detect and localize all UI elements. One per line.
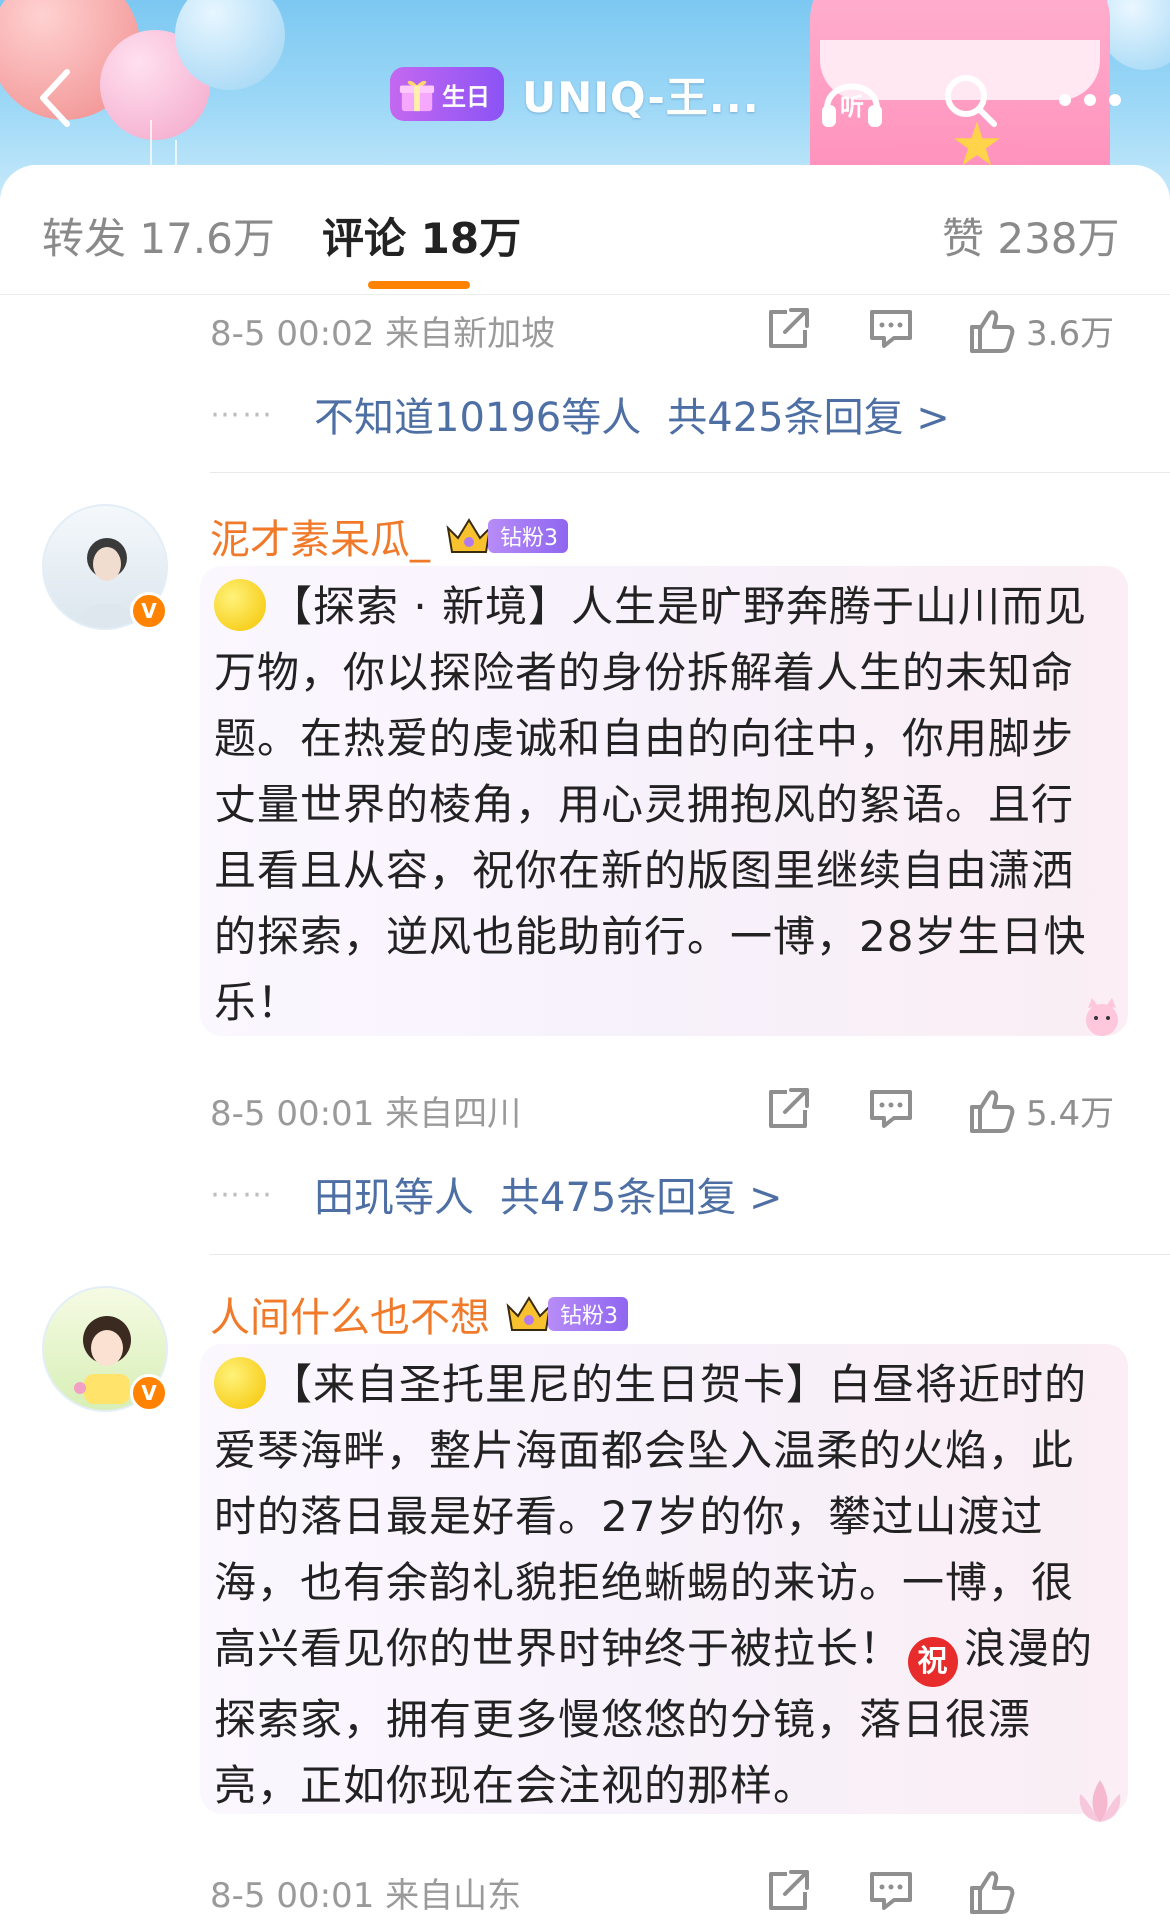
listen-button[interactable]: 听: [812, 60, 892, 140]
lotus-decoration-icon: [1079, 1780, 1121, 1822]
repost-button[interactable]: [765, 1868, 811, 1914]
username[interactable]: 泥才素呆瓜_: [210, 507, 430, 565]
comment-bubble: 【探索 · 新境】人生是旷野奔腾于山川而见万物，你以探险者的身份拆解着人生的未知…: [200, 566, 1128, 1036]
like-button[interactable]: 3.6万: [968, 306, 1114, 355]
emoji-icon: [214, 1357, 266, 1409]
reply-button[interactable]: [868, 1086, 914, 1132]
comment-text: 【来自圣托里尼的生日贺卡】白昼将近时的爱琴海畔，整片海面都会坠入温柔的火焰，此时…: [200, 1344, 1128, 1819]
reply-button[interactable]: [868, 306, 914, 352]
like-count: 5.4万: [1026, 1094, 1115, 1134]
crown-icon: [446, 518, 492, 553]
fan-badge[interactable]: 钻粉3: [444, 516, 568, 556]
replies-by: 田玑等人: [314, 1175, 474, 1221]
chevron-left-icon: [40, 69, 70, 127]
share-icon: [769, 308, 809, 348]
crown-icon: [506, 1296, 552, 1331]
title-area: 生日 UNIQ-王...: [390, 64, 760, 124]
page-title: UNIQ-王...: [522, 72, 760, 122]
tab-bar: 转发 17.6万 评论 18万 赞 238万: [0, 165, 1170, 295]
listen-icon: 听: [822, 83, 882, 127]
birthday-badge-label: 生日: [442, 82, 490, 111]
more-button[interactable]: [1050, 60, 1130, 140]
comment-meta-row: 8-5 00:01 来自四川 5.4万: [210, 1080, 1130, 1140]
comment-divider: [210, 1254, 1170, 1255]
comment-meta-row: 8-5 00:01 来自山东: [210, 1862, 1130, 1922]
thumbs-up-icon: [970, 1871, 1015, 1914]
more-icon: [1059, 94, 1121, 106]
comment-icon: [870, 310, 912, 348]
verified-badge-icon: V: [130, 592, 168, 630]
active-tab-indicator: [368, 281, 470, 289]
repost-button[interactable]: [765, 306, 811, 352]
back-button[interactable]: [30, 58, 80, 138]
comment-meta: 8-5 00:02 来自新加坡: [210, 313, 556, 354]
reply-dots: ⋯⋯: [210, 396, 274, 432]
reply-dots: ⋯⋯: [210, 1176, 274, 1212]
reply-button[interactable]: [868, 1868, 914, 1914]
replies-summary[interactable]: ⋯⋯ 田玑等人 共475条回复 >: [210, 1164, 783, 1224]
search-icon: [945, 75, 997, 127]
replies-by: 不知道10196等人: [314, 395, 642, 441]
verified-badge-icon: V: [130, 1374, 168, 1412]
svg-text:听: 听: [840, 93, 864, 121]
comment-icon: [870, 1090, 912, 1128]
birthday-badge[interactable]: 生日: [390, 67, 504, 121]
share-icon: [769, 1088, 809, 1128]
replies-total: 共475条回复 >: [500, 1175, 783, 1221]
thumbs-up-icon: [970, 1089, 1015, 1133]
like-count: 3.6万: [1026, 314, 1115, 354]
share-icon: [769, 1870, 809, 1910]
comment-text: 【探索 · 新境】人生是旷野奔腾于山川而见万物，你以探险者的身份拆解着人生的未知…: [200, 566, 1128, 1036]
sticker-decoration-icon: [1086, 998, 1118, 1036]
repost-button[interactable]: [765, 1086, 811, 1132]
comment-meta-row: 8-5 00:02 来自新加坡 3.6万: [210, 300, 1130, 360]
comment-meta: 8-5 00:01 来自四川: [210, 1093, 522, 1134]
thumbs-up-icon: [970, 309, 1015, 353]
username[interactable]: 人间什么也不想: [210, 1285, 490, 1343]
replies-total: 共425条回复 >: [667, 395, 950, 441]
replies-summary[interactable]: ⋯⋯ 不知道10196等人 共425条回复 >: [210, 384, 950, 444]
comment-header: 人间什么也不想 钻粉3: [210, 1286, 628, 1342]
fan-level: 钻粉3: [548, 1297, 628, 1331]
like-button[interactable]: [968, 1868, 1016, 1916]
comment-meta: 8-5 00:01 来自山东: [210, 1875, 522, 1916]
fan-level: 钻粉3: [488, 519, 568, 553]
comment-bubble: 【来自圣托里尼的生日贺卡】白昼将近时的爱琴海畔，整片海面都会坠入温柔的火焰，此时…: [200, 1344, 1128, 1814]
tab-repost[interactable]: 转发 17.6万: [42, 205, 275, 266]
search-button[interactable]: [930, 60, 1010, 140]
weibo-comment-page: ★ 生日 UNIQ-王... 听 转发 17.6万 评论 18万 赞 238万 …: [0, 0, 1170, 1927]
zhu-emoji-icon: 祝: [908, 1637, 959, 1687]
tab-likes[interactable]: 赞 238万: [942, 205, 1120, 266]
comment-header: 泥才素呆瓜_ 钻粉3: [210, 508, 568, 564]
fan-badge[interactable]: 钻粉3: [504, 1294, 628, 1334]
tab-comments[interactable]: 评论 18万: [322, 205, 521, 266]
gift-icon: [399, 80, 435, 112]
emoji-icon: [214, 579, 266, 631]
comment-icon: [870, 1872, 912, 1910]
like-button[interactable]: 5.4万: [968, 1086, 1114, 1135]
comment-divider: [210, 472, 1170, 473]
